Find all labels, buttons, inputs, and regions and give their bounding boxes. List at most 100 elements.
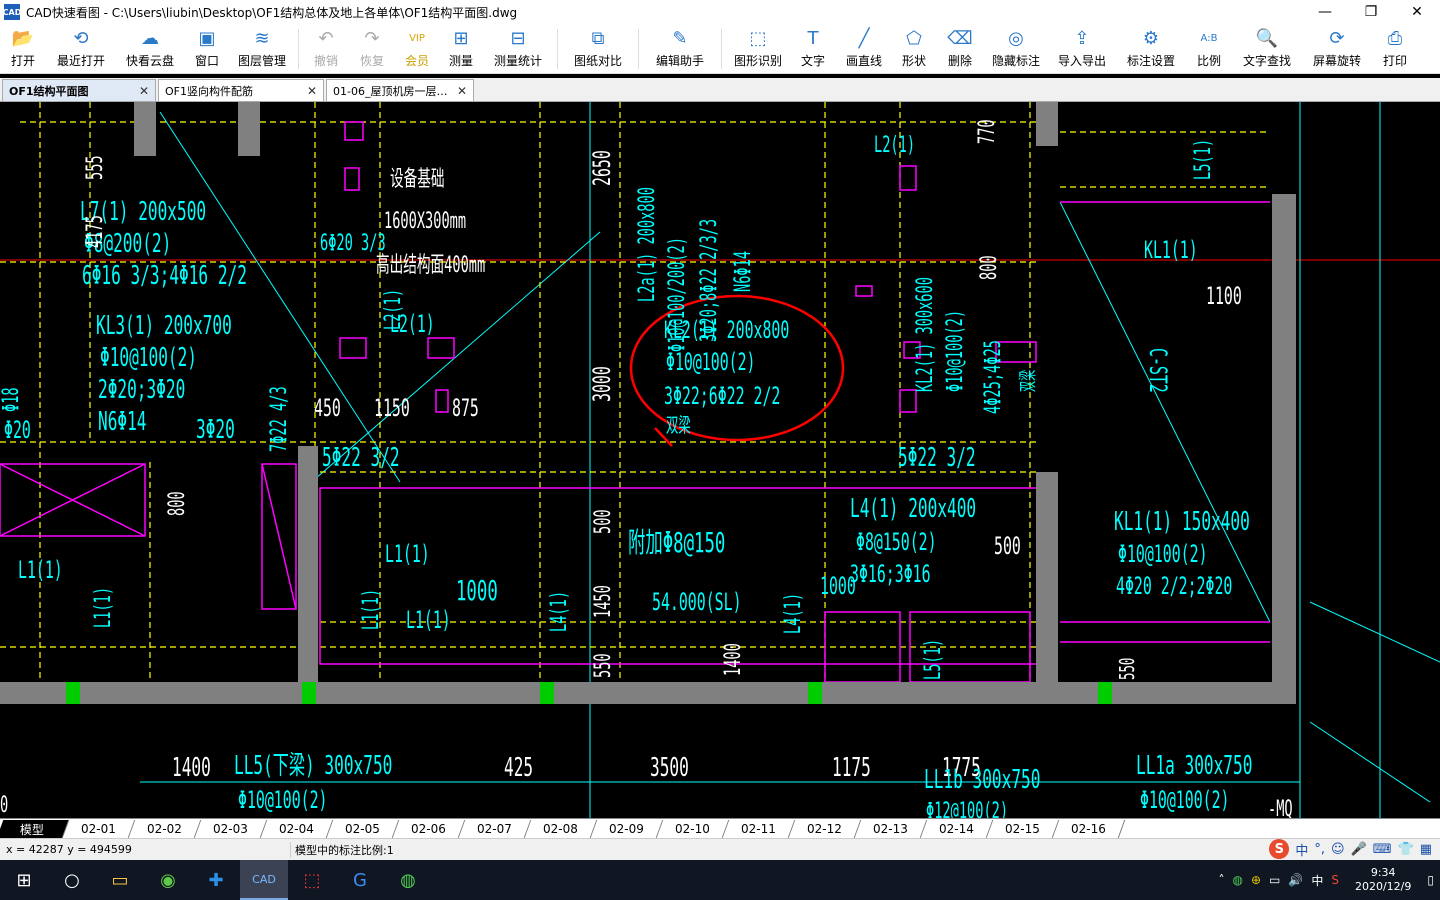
start-icon[interactable]: ⊞	[0, 860, 48, 900]
sogou-tray-icon[interactable]: S	[1331, 873, 1339, 887]
edit-helper-button[interactable]: ✎ 编辑助手	[643, 24, 717, 74]
measure-button[interactable]: ⊞ 测量	[439, 24, 483, 74]
ime-language[interactable]: 中	[1295, 840, 1308, 859]
chrome-icon[interactable]: G	[336, 860, 384, 900]
sheet-tab-label: 02-14	[939, 822, 974, 836]
toolbar-label: 删除	[947, 54, 972, 68]
grid-icon[interactable]: ▦	[1420, 842, 1432, 857]
annot-settings-button[interactable]: ⚙ 标注设置	[1116, 24, 1186, 74]
print-button[interactable]: ⎙ 打印	[1372, 24, 1418, 74]
search-icon: 🔍	[1255, 28, 1279, 49]
clock[interactable]: 9:34 2020/12/9	[1347, 866, 1419, 894]
doc-tab[interactable]: 01-06_屋顶机房一层… ✕	[326, 79, 474, 101]
sheet-tab[interactable]: 模型	[0, 820, 70, 838]
measure-stat-button[interactable]: ⊟ 测量统计	[483, 24, 553, 74]
drawing-text: Φ18	[0, 387, 24, 412]
sheet-tab[interactable]: 02-14	[920, 820, 994, 838]
chevron-up-icon[interactable]: ˄	[1219, 873, 1225, 887]
tab-close-icon[interactable]: ✕	[449, 84, 467, 98]
coordinate-readout: x = 42287 y = 494599	[6, 843, 132, 856]
scale-icon: A:B	[1200, 33, 1218, 44]
tool-icon[interactable]: ✚	[192, 860, 240, 900]
sheet-tab[interactable]: 02-05	[326, 820, 400, 838]
drawing-text: 3500	[650, 753, 689, 783]
text-button[interactable]: T 文字	[790, 24, 836, 74]
notification-icon[interactable]: ▯	[1427, 873, 1434, 887]
hide-annot-button[interactable]: ◎ 隐藏标注	[984, 24, 1048, 74]
drawing-text: 500	[591, 509, 616, 534]
sogou-icon[interactable]: S	[1269, 839, 1290, 859]
open-button[interactable]: 📂 打开	[0, 24, 46, 74]
find-text-button[interactable]: 🔍 文字查找	[1232, 24, 1302, 74]
skin-icon[interactable]: 👕	[1398, 842, 1414, 857]
tab-close-icon[interactable]: ✕	[131, 84, 149, 98]
drawing-canvas[interactable]: L7(1) 200x500 Φ8@200(2) 6Φ16 3/3;4Φ16 2/2 K…	[0, 102, 1440, 818]
drawing-text: Φ8@150(2)	[856, 527, 937, 556]
sheet-tab[interactable]: 02-11	[722, 820, 796, 838]
explorer-icon[interactable]: ▭	[96, 860, 144, 900]
toolbar-label: 图形识别	[733, 54, 782, 68]
tray-language[interactable]: 中	[1311, 872, 1323, 889]
volume-icon[interactable]: 🔊	[1288, 873, 1303, 887]
ime-punct-icon[interactable]: °,	[1314, 842, 1325, 857]
sheet-tab[interactable]: 02-04	[260, 820, 334, 838]
drawing-text: 2Φ20;3Φ20	[98, 375, 185, 405]
mic-icon[interactable]: 🎤	[1351, 842, 1367, 857]
import-export-button[interactable]: ⇪ 导入导出	[1048, 24, 1116, 74]
browser-icon[interactable]: ◉	[144, 860, 192, 900]
network-icon[interactable]: ▭	[1269, 873, 1280, 887]
layers-button[interactable]: ≋ 图层管理	[230, 24, 294, 74]
search-icon[interactable]: ○	[48, 860, 96, 900]
line-button[interactable]: ╱ 画直线	[836, 24, 892, 74]
sheet-tab[interactable]: 02-06	[392, 820, 466, 838]
sheet-tab[interactable]: 02-12	[788, 820, 862, 838]
sheet-tab[interactable]: 02-02	[128, 820, 202, 838]
toolbar-label: 导入导出	[1057, 54, 1106, 68]
sheet-tab[interactable]: 02-07	[458, 820, 532, 838]
shape-rec-button[interactable]: ⬚ 图形识别	[726, 24, 790, 74]
close-icon[interactable]: ✕	[1394, 0, 1440, 24]
drawing-text: 770	[975, 119, 1000, 144]
gear-icon: ⚙	[1142, 28, 1160, 49]
wechat-tray-icon[interactable]: ◍	[1233, 873, 1243, 887]
sheet-tab[interactable]: 02-10	[656, 820, 730, 838]
redo-button[interactable]: ↷ 恢复	[349, 24, 395, 74]
scale-button[interactable]: A:B 比例	[1186, 24, 1232, 74]
tab-close-icon[interactable]: ✕	[299, 84, 317, 98]
sheet-tab[interactable]: 02-09	[590, 820, 664, 838]
sheet-tab-label: 02-13	[873, 822, 908, 836]
keyboard-icon[interactable]: ⌨	[1373, 842, 1392, 857]
toolbar-separator	[557, 29, 558, 69]
cloud-button[interactable]: ☁ 快看云盘	[116, 24, 184, 74]
drawing-text: Φ10@100/200(2)	[665, 237, 690, 352]
window-button[interactable]: ▣ 窗口	[184, 24, 230, 74]
wechat-icon[interactable]: ◍	[384, 860, 432, 900]
ime-toolbar[interactable]: S 中 °, ☺ 🎤 ⌨ 👕 ▦	[1269, 838, 1432, 860]
sheet-tab[interactable]: 02-08	[524, 820, 598, 838]
emoji-icon[interactable]: ☺	[1331, 842, 1345, 857]
redo-icon: ↷	[364, 28, 380, 49]
drawing-text: 1400	[721, 643, 746, 676]
compare-button[interactable]: ⧉ 图纸对比	[562, 24, 634, 74]
drawing-text: 800	[165, 491, 190, 516]
sheet-tab[interactable]: 02-01	[62, 820, 136, 838]
window-icon: ▣	[198, 28, 216, 49]
maximize-icon[interactable]: ❐	[1348, 0, 1394, 24]
sheet-tab[interactable]: 02-15	[986, 820, 1060, 838]
undo-button[interactable]: ↶ 撤销	[303, 24, 349, 74]
shape-button[interactable]: ⬠ 形状	[892, 24, 936, 74]
delete-button[interactable]: ⌫ 删除	[936, 24, 984, 74]
drawing-text: L1(1)	[385, 539, 430, 568]
recent-button[interactable]: ⟲ 最近打开	[46, 24, 116, 74]
vip-button[interactable]: VIP 会员	[395, 24, 439, 74]
sheet-tab[interactable]: 02-03	[194, 820, 268, 838]
sheet-tab[interactable]: 02-16	[1052, 820, 1126, 838]
doc-tab[interactable]: OF1结构平面图 ✕	[2, 79, 156, 101]
pdf-icon[interactable]: ⬚	[288, 860, 336, 900]
sheet-tab[interactable]: 02-13	[854, 820, 928, 838]
cad-icon[interactable]: CAD	[240, 860, 288, 900]
rotate-button[interactable]: ⟳ 屏幕旋转	[1302, 24, 1372, 74]
tray-app-icon[interactable]: ⊕	[1251, 873, 1261, 887]
doc-tab[interactable]: OF1竖向构件配筋 ✕	[158, 79, 324, 101]
minimize-icon[interactable]: —	[1302, 0, 1348, 24]
